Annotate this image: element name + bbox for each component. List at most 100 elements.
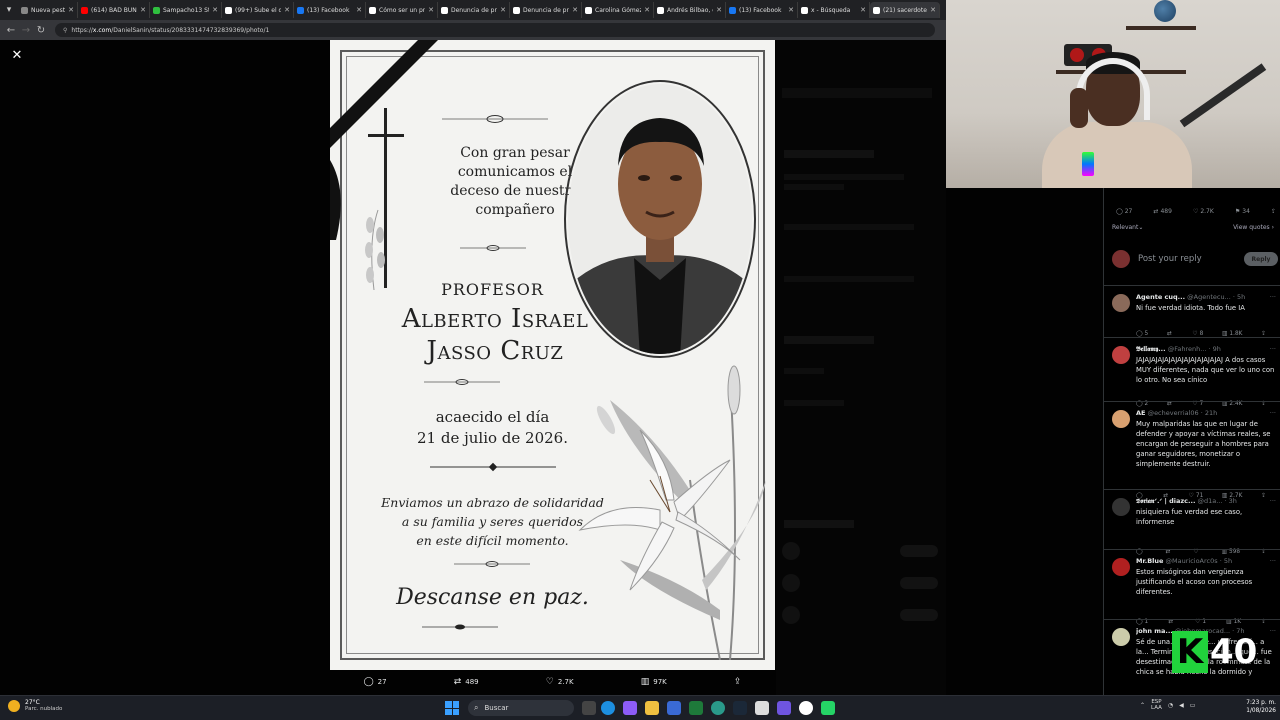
clock[interactable]: 7:23 p. m. 1/08/2026 [1236, 699, 1276, 715]
chevron-up-icon[interactable]: ⌃ [1140, 702, 1145, 709]
language-indicator[interactable]: ESP LAA [1151, 699, 1162, 711]
tab-close-icon[interactable]: ✕ [860, 6, 866, 14]
avatar[interactable] [1112, 294, 1130, 312]
tab-close-icon[interactable]: ✕ [140, 6, 146, 14]
chrome-icon[interactable] [799, 701, 813, 715]
share-action[interactable]: ⇪ [734, 677, 742, 687]
more-options-icon[interactable]: ··· [1270, 497, 1276, 505]
more-options-icon[interactable]: ··· [1270, 557, 1276, 565]
avatar[interactable] [1112, 410, 1130, 428]
tab-close-icon[interactable]: ✕ [212, 6, 218, 14]
reply-item[interactable]: Mr.Blue @MauricioArc0s · 5h ··· Estos misó… [1104, 549, 1280, 625]
browser-tab[interactable]: Denuncia de profe✕ [510, 2, 582, 18]
steam-icon[interactable] [733, 701, 747, 715]
tab-close-icon[interactable]: ✕ [428, 6, 434, 14]
app-icon[interactable] [711, 701, 725, 715]
views-action[interactable]: ▥ 97K [641, 677, 667, 687]
file-explorer-icon[interactable] [645, 701, 659, 715]
task-view-icon[interactable] [582, 701, 596, 715]
reply-button[interactable]: Reply [1244, 252, 1278, 266]
browser-tab[interactable]: Andrés Bilbao, c ✕ [654, 2, 726, 18]
app-icon[interactable] [777, 701, 791, 715]
tab-menu-icon[interactable]: ▾ [2, 3, 16, 17]
reply-action[interactable]: ◯ 27 [364, 677, 387, 687]
stat-reposts[interactable]: ⇄ 489 [1153, 208, 1171, 215]
reply-author[interactable]: AE [1136, 409, 1145, 417]
browser-tab[interactable]: (614) BAD BUNNY✕ [78, 2, 150, 18]
more-options-icon[interactable]: ··· [1270, 345, 1276, 353]
tab-title: Carolina Gómez [595, 6, 642, 14]
close-icon[interactable]: ✕ [9, 48, 25, 64]
browser-tab[interactable]: Denuncia de profe✕ [438, 2, 510, 18]
tab-close-icon[interactable]: ✕ [788, 6, 794, 14]
tab-close-icon[interactable]: ✕ [930, 6, 936, 14]
browser-tab[interactable]: Cómo ser un profe✕ [366, 2, 438, 18]
more-options-icon[interactable]: ··· [1270, 409, 1276, 417]
tab-close-icon[interactable]: ✕ [644, 6, 650, 14]
tab-close-icon[interactable]: ✕ [716, 6, 722, 14]
like-action[interactable]: ♡ 2.7K [546, 677, 574, 687]
reply-input[interactable]: Post your reply [1138, 254, 1244, 264]
app-icon[interactable] [755, 701, 769, 715]
stat-bookmarks[interactable]: ⚑ 34 [1235, 208, 1250, 215]
avatar[interactable] [1112, 346, 1130, 364]
battery-icon[interactable]: ▭ [1190, 702, 1196, 709]
edge-icon[interactable] [601, 701, 615, 715]
reply-icon: ◯ [1116, 208, 1123, 215]
url-field[interactable]: ⚲ https://x.com/DanielSanin/status/20833… [55, 23, 935, 37]
browser-tab[interactable]: (13) Facebook ✕ [294, 2, 366, 18]
tab-close-icon[interactable]: ✕ [572, 6, 578, 14]
browser-tab[interactable]: Carolina Gómez ✕ [582, 2, 654, 18]
taskbar-search[interactable]: ⌕ Buscar [468, 700, 574, 716]
browser-tab[interactable]: (13) Facebook ✕ [726, 2, 798, 18]
avatar[interactable] [1112, 628, 1130, 646]
site-info-icon[interactable]: ⚲ [63, 27, 67, 34]
volume-icon[interactable]: ◀ [1179, 702, 1184, 709]
stat-likes[interactable]: ♡ 2.7K [1193, 208, 1214, 215]
reload-icon[interactable]: ↻ [34, 25, 48, 36]
reply-item[interactable]: AE @echeverrial06 · 21h ··· Muy malparidas… [1104, 401, 1280, 499]
more-options-icon[interactable]: ··· [1270, 293, 1276, 301]
stat-replies[interactable]: ◯ 27 [1116, 208, 1132, 215]
reply-author[interactable]: 𝕭𝖊𝖑𝖑𝖆𝖒𝖞... [1136, 345, 1166, 353]
reply-count: 27 [377, 678, 387, 686]
reply-icon: ◯ [363, 677, 374, 687]
tab-close-icon[interactable]: ✕ [500, 6, 506, 14]
reply-author[interactable]: Mr.Blue [1136, 557, 1163, 565]
view-quotes-link[interactable]: View quotes › [1233, 224, 1274, 231]
memorial-card-image[interactable]: Con gran pesar comunicamos el deceso de … [330, 40, 775, 670]
reply-author[interactable]: john ma... [1136, 627, 1173, 635]
weather-widget[interactable]: 27°C Parc. nublado [8, 699, 62, 712]
reply-item[interactable]: 𝕯𝖔𝖗𝖎𝖆𝖓ᐟ.ᐟ | diazc... @d1a... · 3h ··· nisi… [1104, 489, 1280, 555]
dimmed-line [784, 276, 914, 282]
tab-close-icon[interactable]: ✕ [356, 6, 362, 14]
browser-tab[interactable]: Nueva pestaña✕ [18, 2, 78, 18]
app-icon[interactable] [689, 701, 703, 715]
store-icon[interactable] [667, 701, 681, 715]
reply-author[interactable]: Agente cuq... [1136, 293, 1185, 301]
cross-icon [365, 108, 404, 291]
browser-tab[interactable]: x - Búsqueda ✕ [798, 2, 870, 18]
browser-tab[interactable]: (99+) Sube el dolar✕ [222, 2, 294, 18]
forward-icon[interactable]: → [19, 25, 33, 36]
share-icon[interactable]: ⇪ [1271, 208, 1276, 215]
reply-item[interactable]: Agente cuq... @Agentecu... · 5h ··· Ni fue… [1104, 285, 1280, 337]
repost-action[interactable]: ⇄ 489 [454, 677, 479, 687]
avatar[interactable] [1112, 498, 1130, 516]
copilot-icon[interactable] [623, 701, 637, 715]
browser-tab[interactable]: (21) sacerdote c✕ [870, 2, 940, 18]
shelf [1126, 26, 1196, 30]
browser-tab[interactable]: Sampacho13 Streaming✕ [150, 2, 222, 18]
weather-temp: 27°C [25, 699, 40, 706]
reply-item[interactable]: 𝕭𝖊𝖑𝖑𝖆𝖒𝖞... @Fahrenh... · 9h ··· JAJAJAJAJA… [1104, 337, 1280, 407]
avatar[interactable] [1112, 558, 1130, 576]
sort-dropdown[interactable]: Relevant⌄ [1112, 224, 1143, 231]
windows-start-icon[interactable] [445, 701, 459, 715]
wifi-icon[interactable]: ◔ [1168, 702, 1173, 709]
reply-author[interactable]: 𝕯𝖔𝖗𝖎𝖆𝖓ᐟ.ᐟ | diazc... [1136, 497, 1195, 505]
tab-close-icon[interactable]: ✕ [284, 6, 290, 14]
tab-favicon-icon [225, 6, 232, 14]
whatsapp-icon[interactable] [821, 701, 835, 715]
tab-close-icon[interactable]: ✕ [68, 6, 74, 14]
back-icon[interactable]: ← [4, 25, 18, 36]
